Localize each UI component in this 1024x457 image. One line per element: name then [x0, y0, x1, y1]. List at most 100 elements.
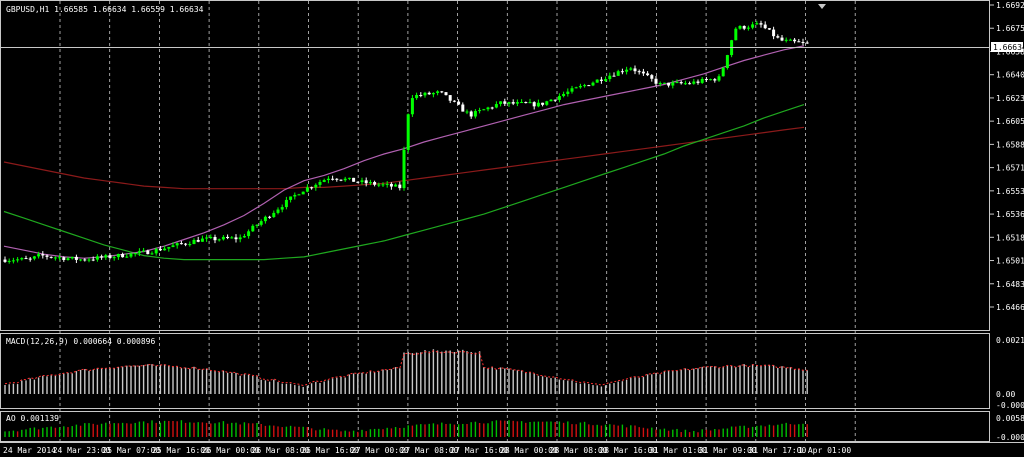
candle-body [675, 82, 679, 84]
candle-body [574, 87, 578, 89]
candle-body [654, 78, 658, 84]
candle-body [595, 79, 599, 83]
candle-body [709, 79, 713, 81]
price-tick-label: 1.64665 [996, 303, 1024, 312]
candle-body [755, 23, 759, 25]
candle-body [209, 237, 213, 239]
candle-body [205, 237, 209, 239]
candle-body [599, 79, 603, 81]
candle-body [494, 104, 498, 108]
candle-body [662, 82, 666, 84]
chart-title-symbol: GBPUSD,H1 1.66585 1.66634 1.66559 1.6663… [6, 5, 204, 14]
chart-shift-arrow-icon[interactable] [818, 4, 826, 9]
candle-body [255, 224, 259, 226]
candle-body [87, 259, 91, 261]
price-tick-label: 1.66925 [996, 1, 1024, 10]
macd-histogram [4, 349, 808, 394]
candle-body [125, 256, 129, 258]
candle-body [415, 95, 419, 99]
candle-body [431, 92, 435, 95]
candle-body [326, 178, 330, 181]
candle-body [91, 259, 95, 261]
macd-tick-label: 0.002194 [996, 336, 1024, 345]
candle-body [66, 258, 70, 261]
candle-body [310, 187, 314, 189]
candle-body [562, 93, 566, 97]
candle-body [188, 244, 192, 246]
candle-body [515, 102, 519, 104]
candle-body [221, 236, 225, 240]
candle-body [49, 256, 53, 258]
candle-body [192, 239, 196, 245]
candle-body [184, 243, 188, 245]
candle-body [436, 91, 440, 93]
trading-chart[interactable]: 1.669251.667501.665801.664001.662301.660… [0, 0, 1024, 457]
candle-body [360, 180, 364, 183]
candle-body [331, 178, 335, 180]
candle-body [137, 251, 141, 254]
candle-body [343, 178, 347, 181]
candle-body [284, 199, 288, 208]
candle-body [763, 24, 767, 29]
candle-body [738, 25, 742, 29]
candle-body [688, 83, 692, 85]
candle-body [633, 68, 637, 72]
candle-body [805, 42, 809, 44]
ao-panel[interactable] [0, 411, 990, 442]
ao-tick-label: 0.005856 [996, 414, 1024, 423]
candle-body [242, 236, 246, 238]
current-price-label: 1.66634 [993, 43, 1024, 52]
candle-body [587, 85, 591, 87]
price-tick-label: 1.64835 [996, 280, 1024, 289]
candle-body [158, 248, 162, 251]
candle-body [793, 39, 797, 42]
candle-body [616, 71, 620, 76]
candle-body [150, 253, 154, 255]
candle-body [398, 184, 402, 189]
candle-body [24, 258, 28, 260]
candle-body [704, 78, 708, 80]
candle-body [667, 82, 671, 86]
candle-body [368, 182, 372, 184]
candle-body [776, 36, 780, 38]
candle-body [625, 69, 629, 72]
candle-body [751, 24, 755, 28]
ao-tick-label: -0.000856 [996, 433, 1024, 442]
candle-body [629, 68, 633, 70]
candle-body [133, 253, 137, 255]
candle-body [167, 247, 171, 249]
candle-body [759, 23, 763, 25]
candle-body [717, 76, 721, 81]
candle-body [335, 178, 339, 180]
candle-body [557, 96, 561, 100]
candle-body [179, 243, 183, 245]
candle-body [297, 194, 301, 196]
candle-body [394, 184, 398, 187]
main-panel[interactable] [0, 0, 990, 331]
candle-body [83, 259, 87, 261]
candle-body [692, 81, 696, 84]
candle-body [41, 254, 45, 256]
candle-body [532, 102, 536, 107]
candle-body [419, 95, 423, 97]
candle-body [620, 71, 624, 73]
price-tick-label: 1.65360 [996, 210, 1024, 219]
candle-body [213, 237, 217, 241]
candle-body [721, 67, 725, 77]
candle-body [486, 107, 490, 110]
candle-body [305, 187, 309, 192]
candle-body [511, 102, 515, 104]
candle-body [276, 209, 280, 213]
candle-body [553, 99, 557, 101]
candle-body [32, 256, 36, 259]
candle-body [301, 191, 305, 195]
ao-label: AO 0.001139 [6, 414, 59, 423]
candle-body [389, 183, 393, 187]
candle-body [742, 25, 746, 29]
candle-body [570, 88, 574, 92]
candle-body [545, 101, 549, 105]
candle-body [163, 248, 167, 251]
candle-body [70, 256, 74, 259]
candle-body [314, 184, 318, 188]
time-axis: 24 Mar 201424 Mar 23:0025 Mar 07:0025 Ma… [3, 446, 851, 455]
